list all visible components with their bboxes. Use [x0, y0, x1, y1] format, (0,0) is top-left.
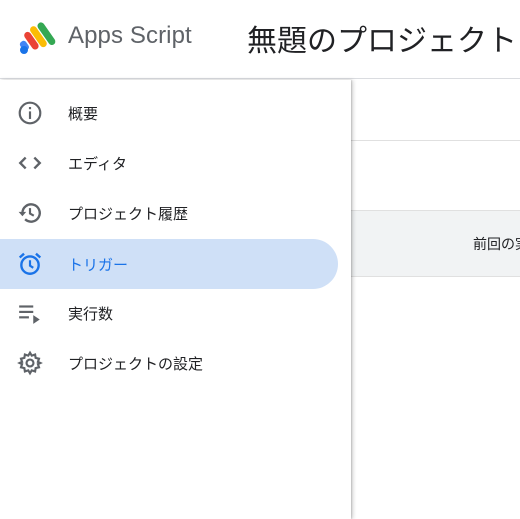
alarm-icon [18, 252, 42, 275]
sidebar-item-executions[interactable]: 実行数 [0, 288, 338, 338]
sidebar-item-label: プロジェクトの設定 [68, 355, 204, 373]
sidebar-item-project-history[interactable]: プロジェクト履歴 [0, 188, 338, 238]
sidebar-drawer: 概要 エディタ プロジェクト履歴 トリガー 実行数 プロジェクトの設定 [0, 80, 351, 519]
gear-icon [17, 350, 43, 376]
apps-script-logo-icon[interactable] [18, 19, 58, 55]
sidebar-item-label: 概要 [68, 105, 99, 123]
sidebar-item-editor[interactable]: エディタ [0, 138, 338, 188]
sidebar-item-label: トリガー [68, 256, 129, 274]
sidebar-item-label: エディタ [68, 155, 127, 173]
sidebar-item-label: プロジェクト履歴 [68, 205, 189, 223]
app-name[interactable]: Apps Script [68, 22, 192, 50]
project-title[interactable]: 無題のプロジェクト [247, 16, 517, 60]
info-icon [18, 101, 42, 125]
column-header-last-run[interactable]: 前回の実 [473, 234, 520, 254]
code-icon [18, 156, 42, 170]
playlist-play-icon [19, 305, 40, 324]
app-header: Apps Script 無題のプロジェクト [0, 0, 520, 79]
sidebar-item-project-settings[interactable]: プロジェクトの設定 [0, 338, 338, 388]
sidebar-item-overview[interactable]: 概要 [0, 88, 338, 138]
sidebar-item-label: 実行数 [68, 305, 114, 323]
history-icon [18, 203, 41, 223]
sidebar-item-triggers[interactable]: トリガー [0, 239, 338, 289]
